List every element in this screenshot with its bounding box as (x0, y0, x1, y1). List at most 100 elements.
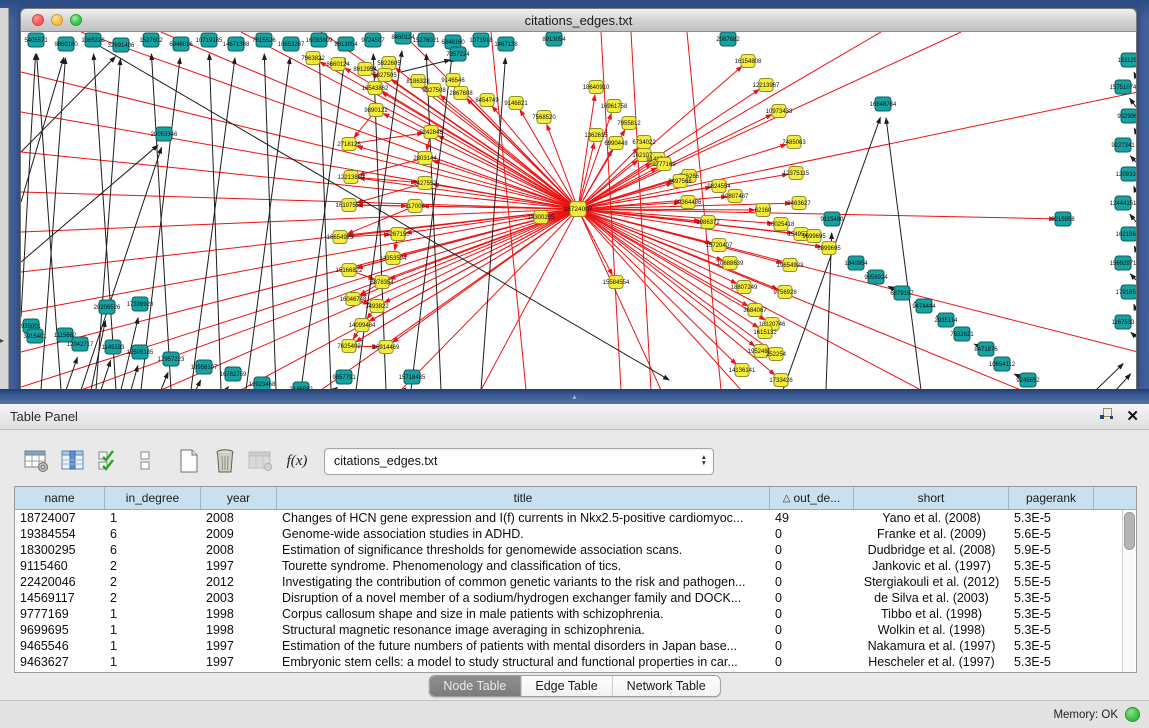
graph-node[interactable]: 7815526 (252, 33, 276, 47)
column-header-out_de[interactable]: △out_de... (770, 487, 854, 509)
graph-node[interactable]: 7955812 (617, 117, 641, 130)
graph-node[interactable]: 9474444 (912, 299, 936, 313)
column-header-short[interactable]: short (854, 487, 1009, 509)
zoom-window-button[interactable] (70, 14, 82, 26)
collapsed-control-panel[interactable]: ▸ (0, 8, 9, 400)
scrollbar-thumb[interactable] (1124, 512, 1135, 550)
graph-node[interactable]: 16154808 (735, 55, 762, 68)
graph-node[interactable]: 12923468 (249, 377, 276, 389)
graph-node[interactable]: 9327508 (422, 84, 446, 97)
graph-node[interactable]: 1145193 (102, 340, 126, 354)
graph-node[interactable]: 7625402 (337, 340, 361, 353)
delete-table-icon[interactable] (210, 446, 240, 476)
function-builder-icon[interactable]: f(x) (282, 446, 312, 476)
table-row[interactable]: 1456911722003Disruption of a novel membe… (15, 590, 1136, 606)
graph-node[interactable]: 7568520 (532, 111, 556, 124)
graph-node[interactable]: 8899695 (817, 242, 841, 255)
graph-node[interactable]: 17916504 (1116, 285, 1136, 299)
tab-network-table[interactable]: Network Table (613, 676, 720, 696)
graph-node[interactable]: 12093383 (1116, 167, 1136, 181)
graph-node[interactable]: 1511254 (1118, 53, 1136, 67)
graph-node[interactable]: 9958924 (864, 270, 888, 284)
graph-node[interactable]: 9245652 (1016, 373, 1040, 387)
column-header-pagerank[interactable]: pagerank (1009, 487, 1094, 509)
graph-node[interactable]: 8813054 (334, 37, 358, 51)
graph-node[interactable]: 1467138 (494, 37, 518, 51)
graph-node[interactable]: 2087682 (716, 32, 740, 46)
graph-node[interactable]: 5405571 (24, 33, 48, 47)
graph-node[interactable]: 15584554 (603, 276, 630, 289)
table-row[interactable]: 946362711997Embryonic stem cells: a mode… (15, 654, 1136, 670)
graph-node[interactable]: 12213869 (338, 171, 365, 184)
deselect-rows-icon[interactable] (130, 446, 160, 476)
graph-node[interactable]: 8471876 (974, 342, 998, 356)
graph-node[interactable]: 10653287 (278, 37, 305, 51)
minimize-window-button[interactable] (51, 14, 63, 26)
graph-node[interactable]: 2718126 (337, 138, 361, 151)
column-settings-icon[interactable] (22, 446, 52, 476)
table-row[interactable]: 1830029562008Estimation of significance … (15, 542, 1136, 558)
graph-node[interactable]: 10719185 (196, 33, 223, 47)
graph-node[interactable]: 1733426 (769, 374, 793, 387)
graph-node[interactable]: 9427552 (413, 177, 437, 190)
graph-node[interactable]: 1840954 (844, 256, 868, 270)
graph-node[interactable]: 16210643 (1116, 227, 1136, 241)
graph-node[interactable]: 8454749 (475, 94, 499, 107)
table-selector-dropdown[interactable]: citations_edges.txt ▲▼ (324, 448, 714, 475)
column-header-name[interactable]: name (15, 487, 105, 509)
select-columns-icon[interactable] (58, 446, 88, 476)
graph-node[interactable]: 15692971 (1110, 256, 1136, 270)
table-row[interactable]: 2242004622012Investigating the contribut… (15, 574, 1136, 590)
tab-node-table[interactable]: Node Table (429, 676, 521, 696)
close-window-button[interactable] (32, 14, 44, 26)
graph-node[interactable]: 9329966 (1117, 109, 1136, 123)
new-table-icon[interactable] (174, 446, 204, 476)
graph-node[interactable]: 6734022 (632, 136, 656, 149)
graph-node[interactable]: 2803144 (413, 152, 437, 165)
network-canvas[interactable]: 5405571986016010653283269140615276026946… (20, 32, 1137, 390)
graph-node[interactable]: 14136141 (729, 364, 756, 377)
graph-node[interactable]: 3915401 (23, 329, 47, 343)
graph-node[interactable]: 1167533 (1112, 315, 1136, 329)
graph-node[interactable]: 18640910 (583, 81, 610, 94)
select-all-rows-icon[interactable] (94, 446, 124, 476)
column-header-title[interactable]: title (277, 487, 770, 509)
panel-splitter[interactable]: ▲ (0, 389, 1149, 404)
expand-arrow-icon[interactable]: ▸ (0, 336, 4, 345)
graph-node[interactable]: 15718485 (399, 370, 426, 384)
graph-node[interactable]: 17339928 (127, 297, 154, 311)
float-panel-icon[interactable] (1099, 407, 1114, 426)
table-row[interactable]: 977716911998Corpus callosum shape and si… (15, 606, 1136, 622)
graph-node[interactable]: 16107552 (336, 199, 363, 212)
graph-node[interactable]: 1527602 (139, 33, 163, 47)
graph-node[interactable]: 9463627 (787, 197, 811, 210)
graph-node[interactable]: 62160 (755, 204, 772, 217)
memory-ok-indicator[interactable] (1125, 707, 1140, 722)
graph-node[interactable]: 9227341 (1111, 138, 1135, 152)
graph-node[interactable]: 16782759 (220, 367, 247, 381)
graph-node[interactable]: 9215958 (1051, 212, 1075, 226)
graph-node[interactable]: 9756928 (773, 286, 797, 299)
graph-node[interactable]: 9146821 (504, 97, 528, 110)
graph-node[interactable]: 10025418 (768, 218, 795, 231)
graph-node[interactable]: 2986372 (696, 216, 720, 229)
graph-node[interactable]: 1071918 (469, 33, 493, 47)
graph-node[interactable]: 9857791 (332, 370, 356, 384)
graph-node[interactable]: 8660124 (326, 58, 350, 71)
graph-node[interactable]: 20206526 (94, 300, 121, 314)
graph-node[interactable]: 15720407 (706, 239, 733, 252)
graph-node[interactable]: 10654112 (989, 357, 1016, 371)
graph-node[interactable]: 8913054 (542, 32, 566, 46)
table-row[interactable]: 1872400712008Changes of HCN gene express… (15, 510, 1136, 526)
network-window-titlebar[interactable]: citations_edges.txt (20, 8, 1137, 32)
table-row[interactable]: 969969511998Structural magnetic resonanc… (15, 622, 1136, 638)
graph-node[interactable]: 1065328 (81, 33, 105, 47)
table-row[interactable]: 946554611997Estimation of the future num… (15, 638, 1136, 654)
column-header-in_degree[interactable]: in_degree (105, 487, 201, 509)
graph-node[interactable]: 12375115 (783, 167, 810, 180)
graph-node[interactable]: 15276021 (413, 33, 440, 47)
graph-node[interactable]: 14671388 (223, 37, 250, 51)
graph-node[interactable]: 12213967 (753, 79, 780, 92)
column-header-year[interactable]: year (201, 487, 277, 509)
tab-edge-table[interactable]: Edge Table (521, 676, 612, 696)
